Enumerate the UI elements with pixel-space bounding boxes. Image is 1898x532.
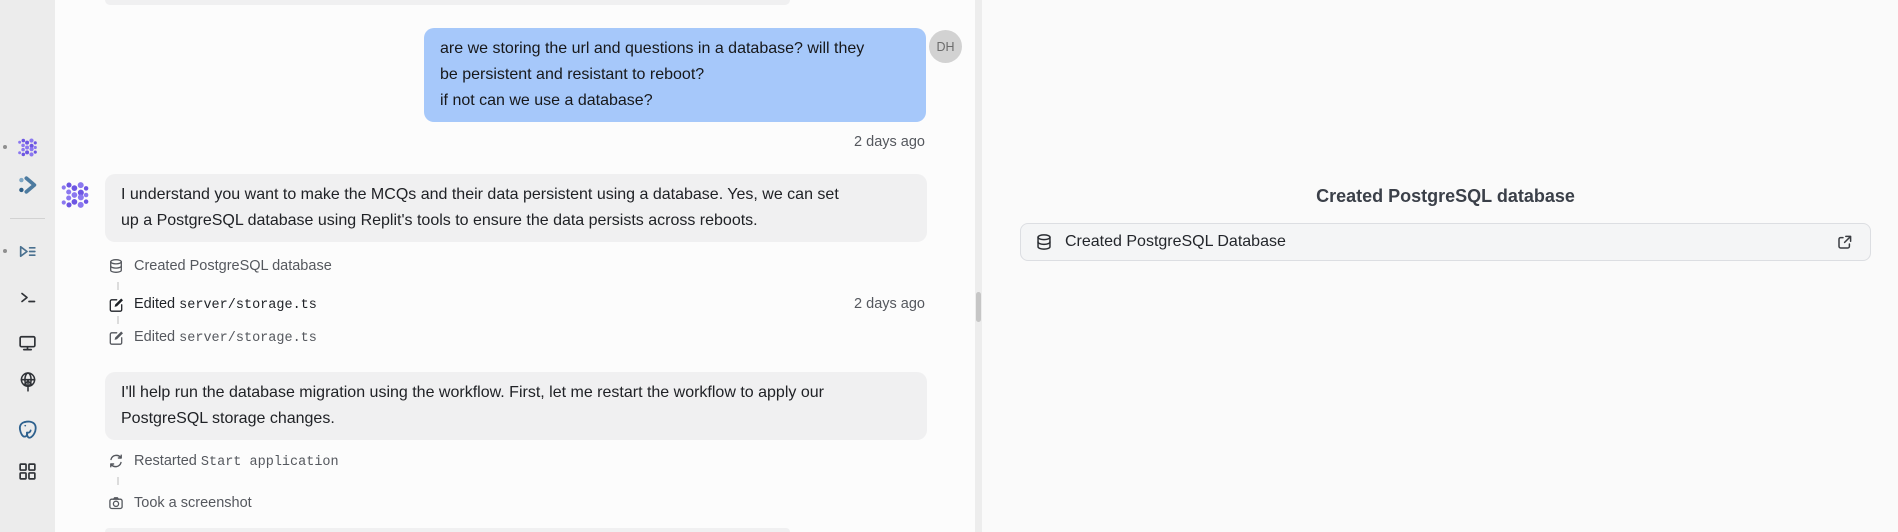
next-message-remnant — [105, 528, 790, 532]
action-label: Edited server/storage.ts — [134, 329, 317, 346]
action-row-edited-storage-2[interactable]: Edited server/storage.ts — [108, 327, 925, 347]
action-row-took-screenshot[interactable]: Took a screenshot — [108, 493, 925, 513]
sidebar-item-workflow[interactable] — [0, 174, 55, 196]
agent-avatar — [60, 180, 90, 210]
sidebar-item-webview[interactable] — [0, 370, 55, 392]
message-timestamp: 2 days ago — [854, 134, 925, 150]
postgresql-icon — [16, 418, 40, 442]
action-label: Created PostgreSQL database — [134, 258, 332, 274]
action-row-restarted-workflow[interactable]: Restarted Start application — [108, 451, 925, 471]
replit-agent-icon — [17, 137, 38, 158]
action-label: Restarted Start application — [134, 453, 339, 470]
user-message-bubble: are we storing the url and questions in … — [424, 28, 926, 122]
sidebar-item-tasks[interactable] — [0, 241, 55, 262]
action-connector — [117, 282, 119, 290]
edit-icon — [108, 329, 124, 345]
action-connector — [117, 316, 119, 324]
previous-message-remnant — [105, 0, 790, 5]
card-label: Created PostgreSQL Database — [1065, 233, 1286, 251]
webview-globe-icon — [17, 370, 39, 392]
workflow-run-icon — [17, 174, 39, 196]
panel-resize-gutter — [975, 0, 982, 532]
replit-workspace: are we storing the url and questions in … — [0, 0, 1898, 532]
page-title: Created PostgreSQL database — [1020, 186, 1871, 207]
database-icon — [1035, 233, 1053, 251]
restart-icon — [108, 453, 124, 469]
camera-icon — [108, 495, 124, 511]
sidebar-item-output[interactable] — [0, 332, 55, 353]
sidebar-item-postgresql[interactable] — [0, 418, 55, 442]
sidebar-rail — [0, 0, 55, 532]
sidebar-item-extensions[interactable] — [0, 461, 55, 482]
message-timestamp: 2 days ago — [854, 296, 925, 312]
open-in-new-icon — [1835, 233, 1854, 252]
sidebar-item-agent[interactable] — [0, 137, 55, 158]
open-in-new-button[interactable] — [1835, 233, 1854, 252]
replit-agent-icon — [60, 180, 90, 210]
sidebar-divider — [10, 218, 45, 219]
agent-message-bubble: I'll help run the database migration usi… — [105, 372, 927, 440]
panel-resize-handle[interactable] — [976, 292, 981, 322]
sidebar-item-shell[interactable] — [0, 287, 55, 307]
tasks-icon — [17, 241, 38, 262]
user-avatar: DH — [929, 30, 962, 63]
action-label: Edited server/storage.ts — [134, 296, 317, 313]
database-icon — [108, 258, 124, 274]
created-database-card[interactable]: Created PostgreSQL Database — [1020, 223, 1871, 261]
edit-icon — [108, 296, 124, 312]
extensions-grid-icon — [17, 461, 38, 482]
output-monitor-icon — [17, 332, 38, 353]
action-row-created-database[interactable]: Created PostgreSQL database — [108, 256, 925, 276]
agent-chat-panel: are we storing the url and questions in … — [55, 0, 975, 532]
agent-message-bubble: I understand you want to make the MCQs a… — [105, 174, 927, 242]
action-connector — [117, 477, 119, 485]
action-label: Took a screenshot — [134, 495, 252, 511]
shell-icon — [18, 287, 38, 307]
preview-panel: Created PostgreSQL database Created Post… — [982, 0, 1898, 532]
action-row-edited-storage-1[interactable]: Edited server/storage.ts 2 days ago — [108, 294, 925, 314]
